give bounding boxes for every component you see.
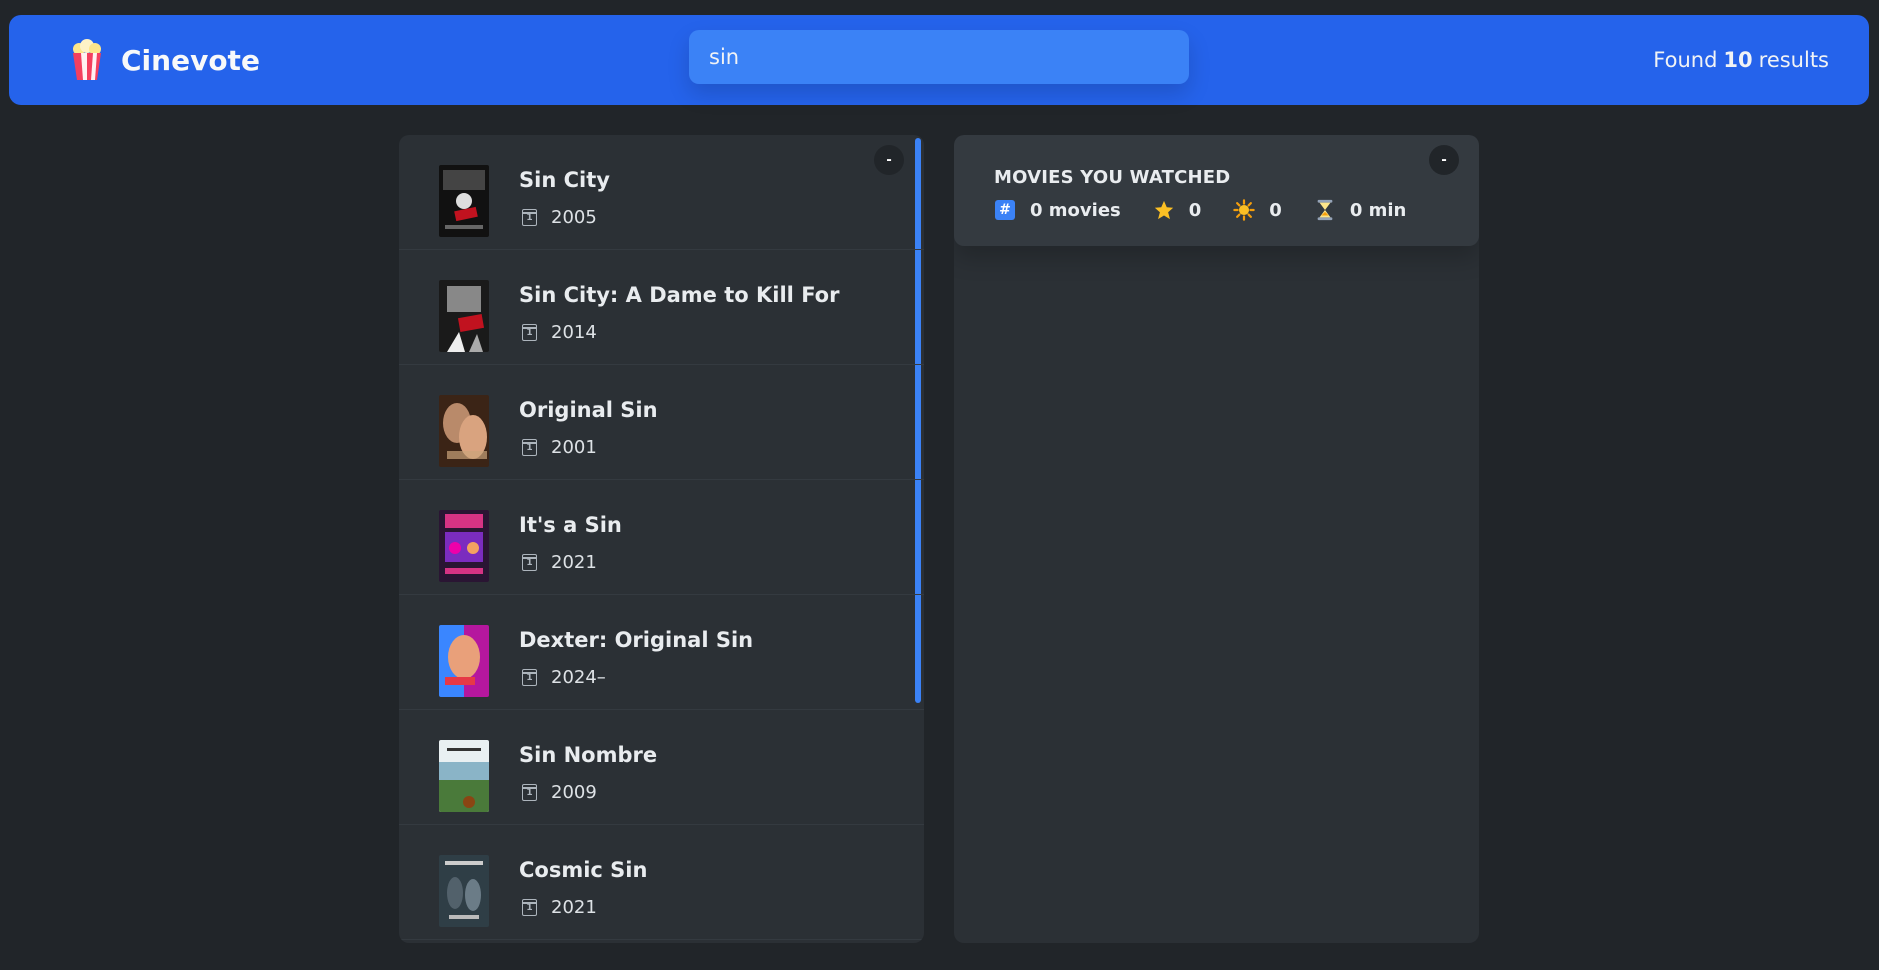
calendar-icon: 1 (522, 324, 537, 341)
movie-list: Sin City 1 2005 Sin City: A Dame to Kill … (399, 135, 924, 940)
imdb-rating-value: 0 (1188, 199, 1202, 221)
movie-title: Cosmic Sin (519, 858, 648, 882)
results-suffix: results (1758, 48, 1829, 72)
movie-poster (439, 855, 489, 927)
movie-poster (439, 165, 489, 237)
movie-item[interactable]: Dexter: Original Sin 1 2024– (399, 595, 924, 710)
sun-icon (1233, 199, 1256, 221)
hourglass-icon (1314, 199, 1336, 221)
movie-title: Original Sin (519, 398, 658, 422)
movie-year-row: 1 2001 (519, 437, 597, 458)
movie-title: Sin Nombre (519, 743, 658, 767)
movie-year: 2005 (551, 207, 597, 228)
movie-year: 2009 (551, 782, 597, 803)
calendar-icon: 1 (522, 899, 537, 916)
calendar-icon: 1 (522, 439, 537, 456)
movie-year-row: 1 2014 (519, 322, 597, 343)
movie-poster (439, 280, 489, 352)
movie-year-row: 1 2009 (519, 782, 597, 803)
movie-item[interactable]: Sin Nombre 1 2009 (399, 710, 924, 825)
watched-panel: - MOVIES YOU WATCHED # 0 movies 0 0 0 mi… (954, 135, 1479, 943)
calendar-icon: 1 (522, 784, 537, 801)
collapse-watched-button[interactable]: - (1429, 145, 1459, 175)
results-number: 10 (1723, 48, 1753, 72)
popcorn-icon (59, 32, 115, 88)
stat-user-rating: 0 (1233, 199, 1282, 221)
movie-year: 2014 (551, 322, 597, 343)
runtime-value: 0 min (1349, 199, 1407, 221)
hash-icon: # (994, 199, 1016, 221)
movie-item[interactable]: Cosmic Sin 1 2021 (399, 825, 924, 940)
movie-poster (439, 740, 489, 812)
movie-year-row: 1 2024– (519, 667, 606, 688)
movie-title: Sin City: A Dame to Kill For (519, 283, 840, 307)
movies-count: 0 movies (1030, 199, 1121, 221)
calendar-icon: 1 (522, 209, 537, 226)
movie-year: 2021 (551, 897, 597, 918)
search-input[interactable] (689, 30, 1189, 84)
calendar-icon: 1 (522, 554, 537, 571)
movie-year-row: 1 2005 (519, 207, 597, 228)
results-count: Found 10 results (1653, 15, 1829, 105)
logo: Cinevote (59, 15, 260, 105)
movie-item[interactable]: Sin City 1 2005 (399, 135, 924, 250)
movie-item[interactable]: Original Sin 1 2001 (399, 365, 924, 480)
results-prefix: Found (1653, 48, 1718, 72)
summary-heading: MOVIES YOU WATCHED (994, 167, 1231, 188)
movie-title: It's a Sin (519, 513, 622, 537)
app-title: Cinevote (121, 43, 260, 77)
movie-title: Dexter: Original Sin (519, 628, 754, 652)
movie-title: Sin City (519, 168, 610, 192)
movie-item[interactable]: Sin City: A Dame to Kill For 1 2014 (399, 250, 924, 365)
movie-poster (439, 510, 489, 582)
movie-item[interactable]: It's a Sin 1 2021 (399, 480, 924, 595)
movie-year: 2021 (551, 552, 597, 573)
movie-year-row: 1 2021 (519, 897, 597, 918)
navbar: Cinevote Found 10 results (9, 15, 1869, 105)
star-icon (1153, 199, 1175, 221)
movie-year: 2001 (551, 437, 597, 458)
user-rating-value: 0 (1269, 199, 1282, 221)
calendar-icon: 1 (522, 669, 537, 686)
watched-summary: - MOVIES YOU WATCHED # 0 movies 0 0 0 mi… (954, 135, 1479, 246)
movie-year-row: 1 2021 (519, 552, 597, 573)
stat-runtime: 0 min (1314, 199, 1407, 221)
search-results-panel: - Sin City 1 2005 Sin City: A Dame to Kil… (399, 135, 924, 943)
movie-poster (439, 395, 489, 467)
collapse-results-button[interactable]: - (874, 145, 904, 175)
stat-imdb-rating: 0 (1153, 199, 1202, 221)
stat-movies: # 0 movies (994, 199, 1121, 221)
movie-poster (439, 625, 489, 697)
movie-year: 2024– (551, 667, 606, 688)
summary-stats: # 0 movies 0 0 0 min (994, 199, 1438, 221)
